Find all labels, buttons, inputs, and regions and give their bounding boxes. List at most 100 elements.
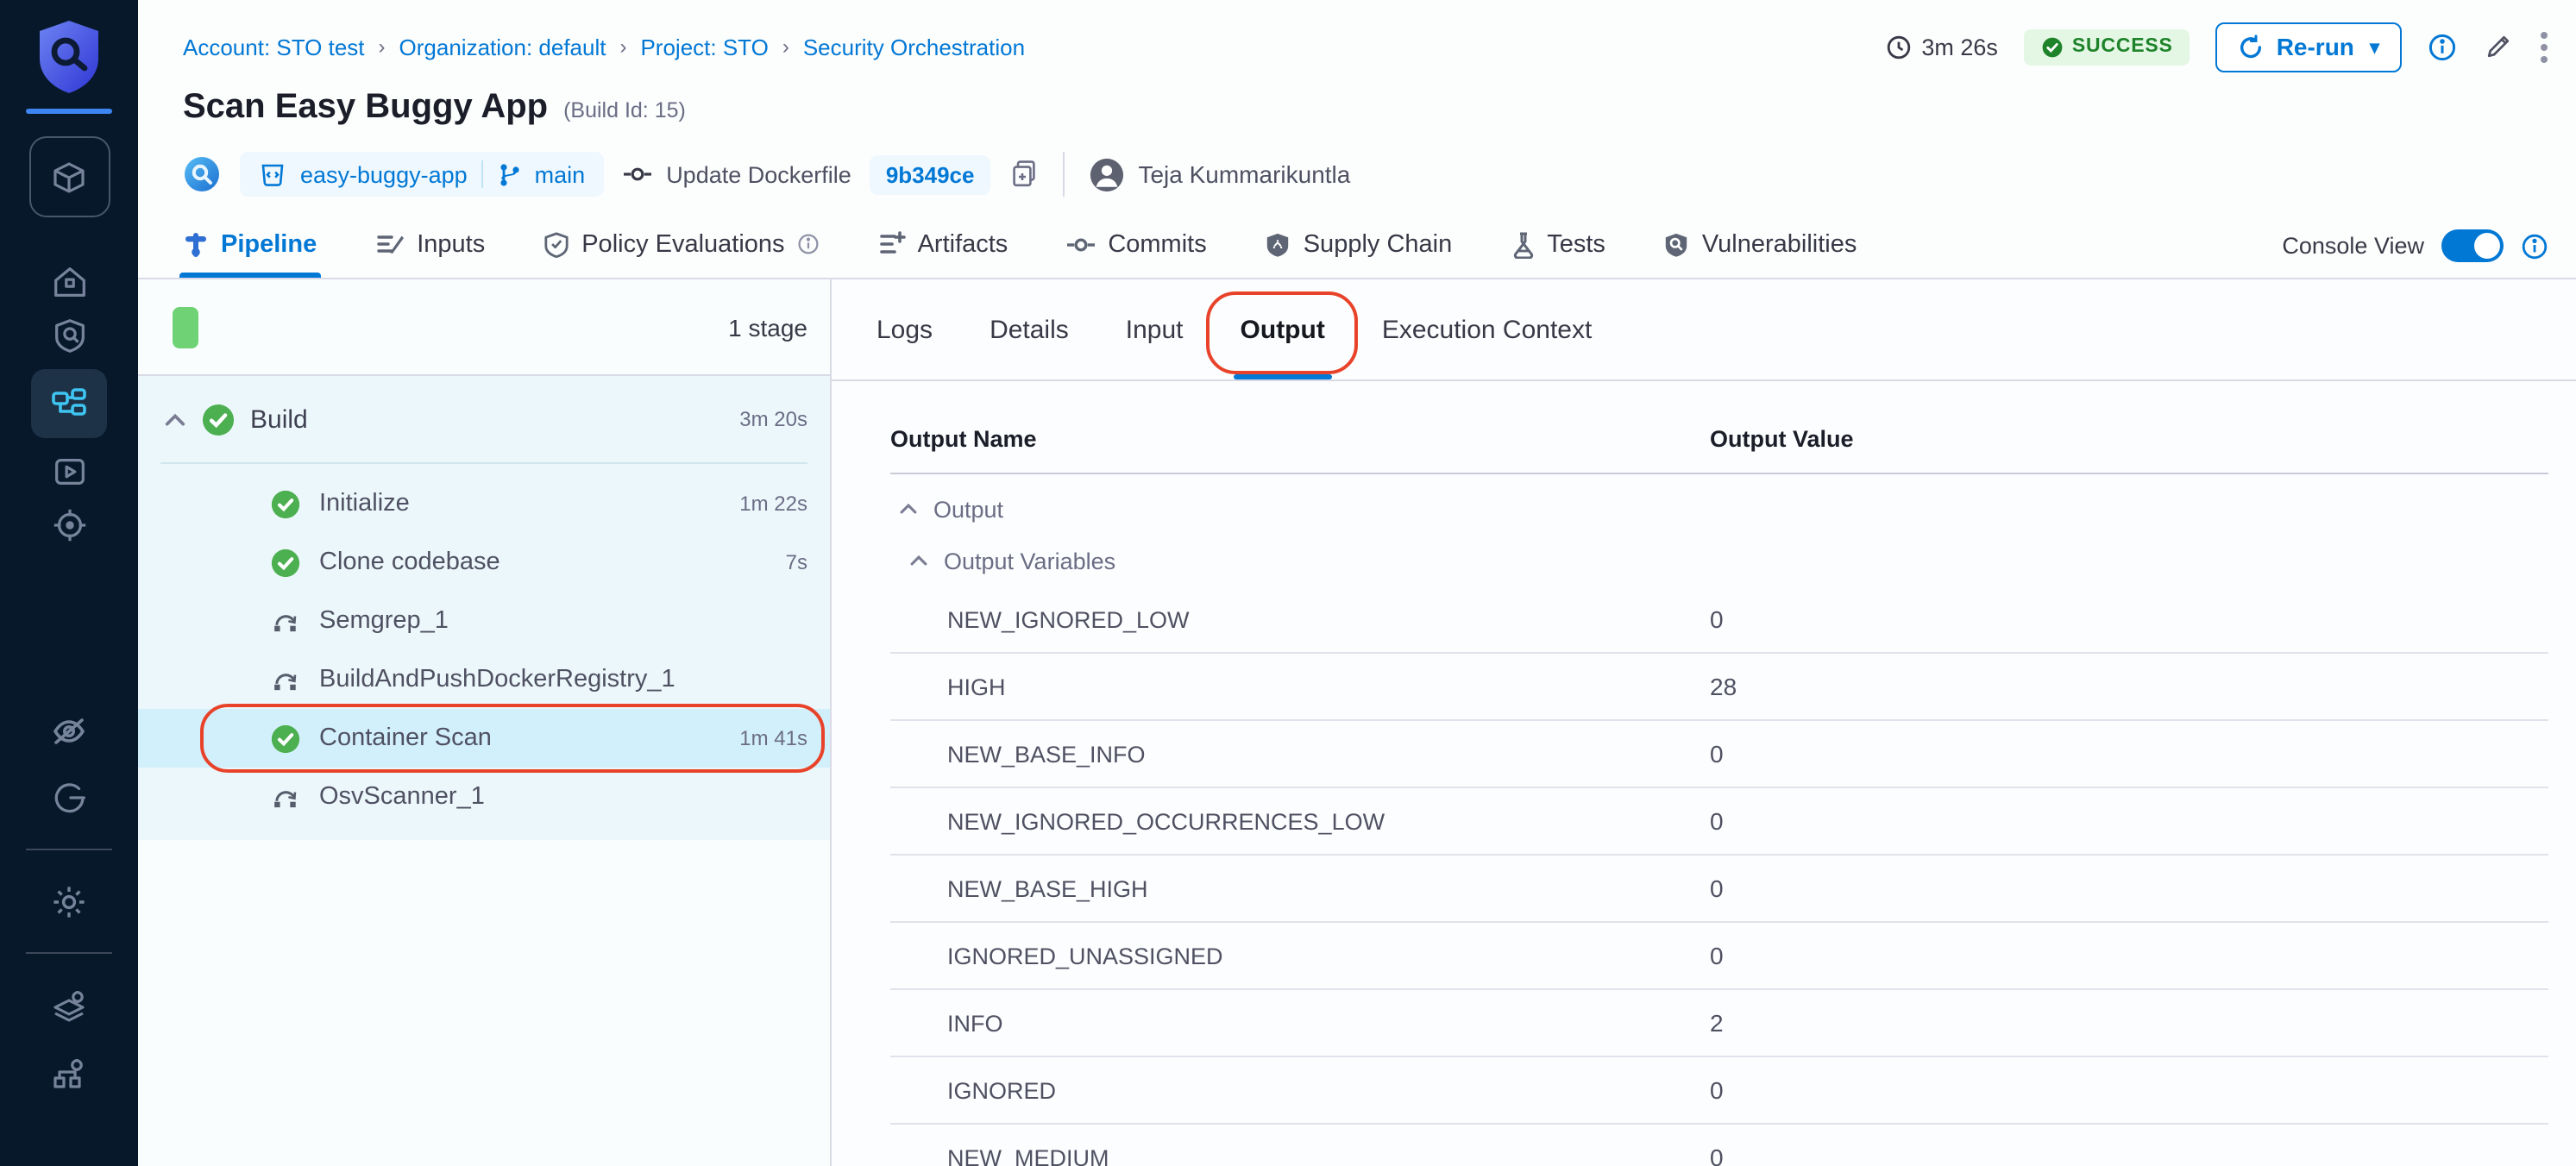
clock-icon [1885, 34, 1911, 60]
commit-icon [1066, 234, 1096, 254]
execution-graph-panel: 1 stage Build 3m 20s [138, 279, 832, 1166]
repo-name[interactable]: easy-buggy-app [300, 161, 468, 187]
column-output-value: Output Value [1710, 426, 2548, 452]
tab-policy-evaluations[interactable]: Policy Evaluations [543, 214, 819, 278]
repo-branch-pill: easy-buggy-app main [240, 152, 604, 197]
commit-message: Update Dockerfile [623, 161, 851, 187]
meta-divider [1062, 152, 1064, 197]
tab-artifacts[interactable]: Artifacts [878, 214, 1008, 278]
page-header: Account: STO test › Organization: defaul… [138, 0, 2576, 198]
sidebar-item-executions[interactable] [35, 445, 104, 498]
edit-pencil-icon[interactable] [2483, 31, 2514, 62]
stage-duration: 3m 20s [739, 407, 807, 431]
copy-icon[interactable] [1008, 159, 1038, 190]
sidebar-item-default-settings[interactable] [35, 978, 104, 1031]
step-row-build-and-push[interactable]: BuildAndPushDockerRegistry_1 [138, 650, 830, 709]
step-detail-panel: Logs Details Input Output Execution Cont… [832, 279, 2576, 1166]
tab-execution-context[interactable]: Execution Context [1382, 315, 1593, 344]
table-row: NEW_IGNORED_OCCURRENCES_LOW0 [890, 788, 2548, 856]
flask-icon [1511, 230, 1535, 258]
output-table-header: Output Name Output Value [890, 419, 2548, 474]
main-area: Account: STO test › Organization: defaul… [138, 0, 2576, 1166]
sidebar-nav [0, 0, 138, 1166]
tab-inputs[interactable]: Inputs [375, 214, 485, 278]
step-group-icon [271, 782, 300, 812]
stage-row-build[interactable]: Build 3m 20s [138, 376, 830, 462]
console-view-toggle[interactable] [2441, 229, 2504, 262]
console-view-info-icon[interactable] [2521, 232, 2548, 260]
breadcrumb-separator: › [782, 34, 789, 59]
repository-icon [259, 160, 286, 188]
build-id-label: (Build Id: 15) [563, 98, 686, 122]
table-row: INFO2 [890, 990, 2548, 1057]
tab-vulnerabilities[interactable]: Vulnerabilities [1664, 214, 1857, 278]
policy-shield-icon [543, 230, 569, 258]
stage-name: Build [250, 404, 308, 434]
stage-status-square [173, 306, 198, 348]
sidebar-item-targets[interactable] [35, 498, 104, 552]
tab-logs[interactable]: Logs [876, 315, 933, 344]
caret-down-icon: ▾ [2370, 35, 2379, 58]
chevron-up-icon [899, 502, 918, 516]
sidebar-item-project-settings[interactable] [35, 874, 104, 928]
sidebar-item-org-settings[interactable] [35, 1045, 104, 1099]
sidebar-item-pipelines[interactable] [31, 369, 107, 438]
info-icon [797, 233, 820, 255]
sidebar-divider [26, 849, 112, 850]
more-options-kebab-icon[interactable] [2540, 30, 2548, 63]
commit-sha[interactable]: 9b349ce [870, 154, 990, 194]
rerun-info-icon[interactable] [2428, 32, 2457, 61]
tab-tests[interactable]: Tests [1511, 214, 1605, 278]
sidebar-item-home[interactable] [35, 255, 104, 309]
group-row-output-variables[interactable]: Output Variables [890, 535, 2548, 586]
trigger-type-icon [183, 155, 221, 193]
success-check-icon [271, 724, 300, 753]
chevron-up-icon [909, 554, 928, 567]
step-group-icon [271, 606, 300, 636]
step-row-semgrep[interactable]: Semgrep_1 [138, 592, 830, 650]
step-row-osv-scanner[interactable]: OsvScanner_1 [138, 768, 830, 826]
group-row-output[interactable]: Output [890, 483, 2548, 535]
build-author: Teja Kummarikuntla [1088, 156, 1350, 192]
branch-name[interactable]: main [535, 161, 586, 187]
pill-divider [481, 160, 483, 188]
tab-supply-chain[interactable]: Supply Chain [1266, 214, 1453, 278]
breadcrumb-account[interactable]: Account: STO test [183, 34, 365, 60]
artifacts-icon [878, 231, 906, 257]
success-check-icon [271, 489, 300, 518]
tab-input[interactable]: Input [1126, 315, 1184, 344]
module-selector-cube-icon[interactable] [28, 136, 110, 217]
breadcrumb-organization[interactable]: Organization: default [399, 34, 606, 60]
step-row-container-scan[interactable]: Container Scan 1m 41s [138, 709, 830, 768]
page-title: Scan Easy Buggy App [183, 88, 548, 128]
tab-output[interactable]: Output [1241, 315, 1325, 344]
sidebar-item-getting-started[interactable] [35, 771, 104, 824]
breadcrumb-separator: › [619, 34, 626, 59]
rerun-button[interactable]: Re-run ▾ [2216, 22, 2402, 72]
table-row: IGNORED_UNASSIGNED0 [890, 923, 2548, 990]
sidebar-item-scans[interactable] [35, 309, 104, 362]
breadcrumb-module[interactable]: Security Orchestration [803, 34, 1025, 60]
vulnerability-shield-icon [1664, 230, 1690, 258]
sidebar-item-exemptions[interactable] [35, 704, 104, 757]
app-root: Account: STO test › Organization: defaul… [0, 0, 2576, 1166]
inputs-icon [375, 231, 405, 257]
tab-commits[interactable]: Commits [1066, 214, 1206, 278]
tab-pipeline[interactable]: Pipeline [183, 214, 317, 278]
success-check-icon [202, 403, 235, 436]
breadcrumb-separator: › [379, 34, 386, 59]
table-row: NEW_MEDIUM0 [890, 1125, 2548, 1166]
success-check-icon [271, 548, 300, 577]
chevron-up-icon [164, 411, 186, 427]
breadcrumb-project[interactable]: Project: STO [640, 34, 768, 60]
step-row-initialize[interactable]: Initialize 1m 22s [138, 474, 830, 533]
table-row: NEW_BASE_HIGH0 [890, 856, 2548, 923]
sto-shield-logo[interactable] [33, 17, 105, 97]
execution-tabs: Pipeline Inputs Policy Evaluations [138, 214, 2576, 279]
tab-details[interactable]: Details [990, 315, 1069, 344]
step-row-clone-codebase[interactable]: Clone codebase 7s [138, 533, 830, 592]
breadcrumb: Account: STO test › Organization: defaul… [183, 34, 1025, 60]
git-branch-icon [497, 161, 521, 187]
status-badge: SUCCESS [2024, 28, 2190, 65]
refresh-icon [2239, 34, 2265, 60]
